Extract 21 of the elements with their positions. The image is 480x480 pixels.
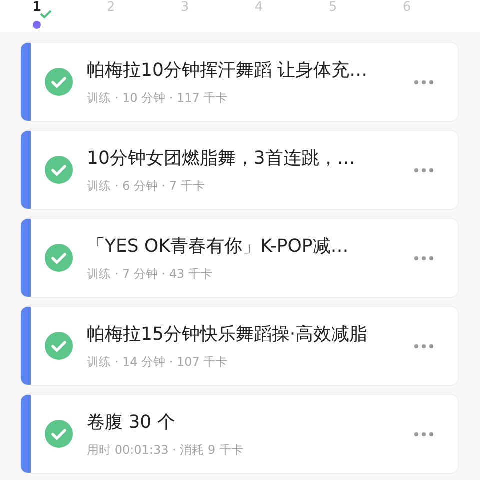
record-card[interactable]: 卷腹 30 个 用时 00:01:33 · 消耗 9 千卡 — [20, 394, 459, 474]
day-number[interactable]: 1 — [32, 1, 42, 15]
record-meta: 训练 · 7 分钟 · 43 千卡 — [87, 266, 214, 282]
more-icon[interactable] — [414, 168, 434, 172]
record-card[interactable]: 帕梅拉10分钟挥汗舞蹈 让身体充… 训练 · 10 分钟 · 117 千卡 — [20, 42, 459, 122]
more-icon[interactable] — [414, 80, 434, 84]
record-title: 帕梅拉15分钟快乐舞蹈操·高效减脂 — [87, 322, 369, 346]
record-title: 卷腹 30 个 — [87, 410, 176, 434]
record-title: 「YES OK青春有你」K-POP减… — [87, 234, 350, 258]
more-icon[interactable] — [414, 344, 434, 348]
record-meta: 训练 · 14 分钟 · 107 千卡 — [87, 354, 229, 370]
record-title: 10分钟女团燃脂舞，3首连跳，… — [87, 146, 356, 170]
record-meta: 训练 · 10 分钟 · 117 千卡 — [87, 90, 229, 106]
record-meta: 用时 00:01:33 · 消耗 9 千卡 — [87, 442, 244, 458]
record-card[interactable]: 帕梅拉15分钟快乐舞蹈操·高效减脂 训练 · 14 分钟 · 107 千卡 — [20, 306, 459, 386]
more-icon[interactable] — [414, 256, 434, 260]
record-card[interactable]: 10分钟女团燃脂舞，3首连跳，… 训练 · 6 分钟 · 7 千卡 — [20, 130, 459, 210]
record-title: 帕梅拉10分钟挥汗舞蹈 让身体充… — [87, 58, 369, 82]
record-card[interactable]: 「YES OK青春有你」K-POP减… 训练 · 7 分钟 · 43 千卡 — [20, 218, 459, 298]
more-icon[interactable] — [414, 432, 434, 436]
record-meta: 训练 · 6 分钟 · 7 千卡 — [87, 178, 206, 194]
